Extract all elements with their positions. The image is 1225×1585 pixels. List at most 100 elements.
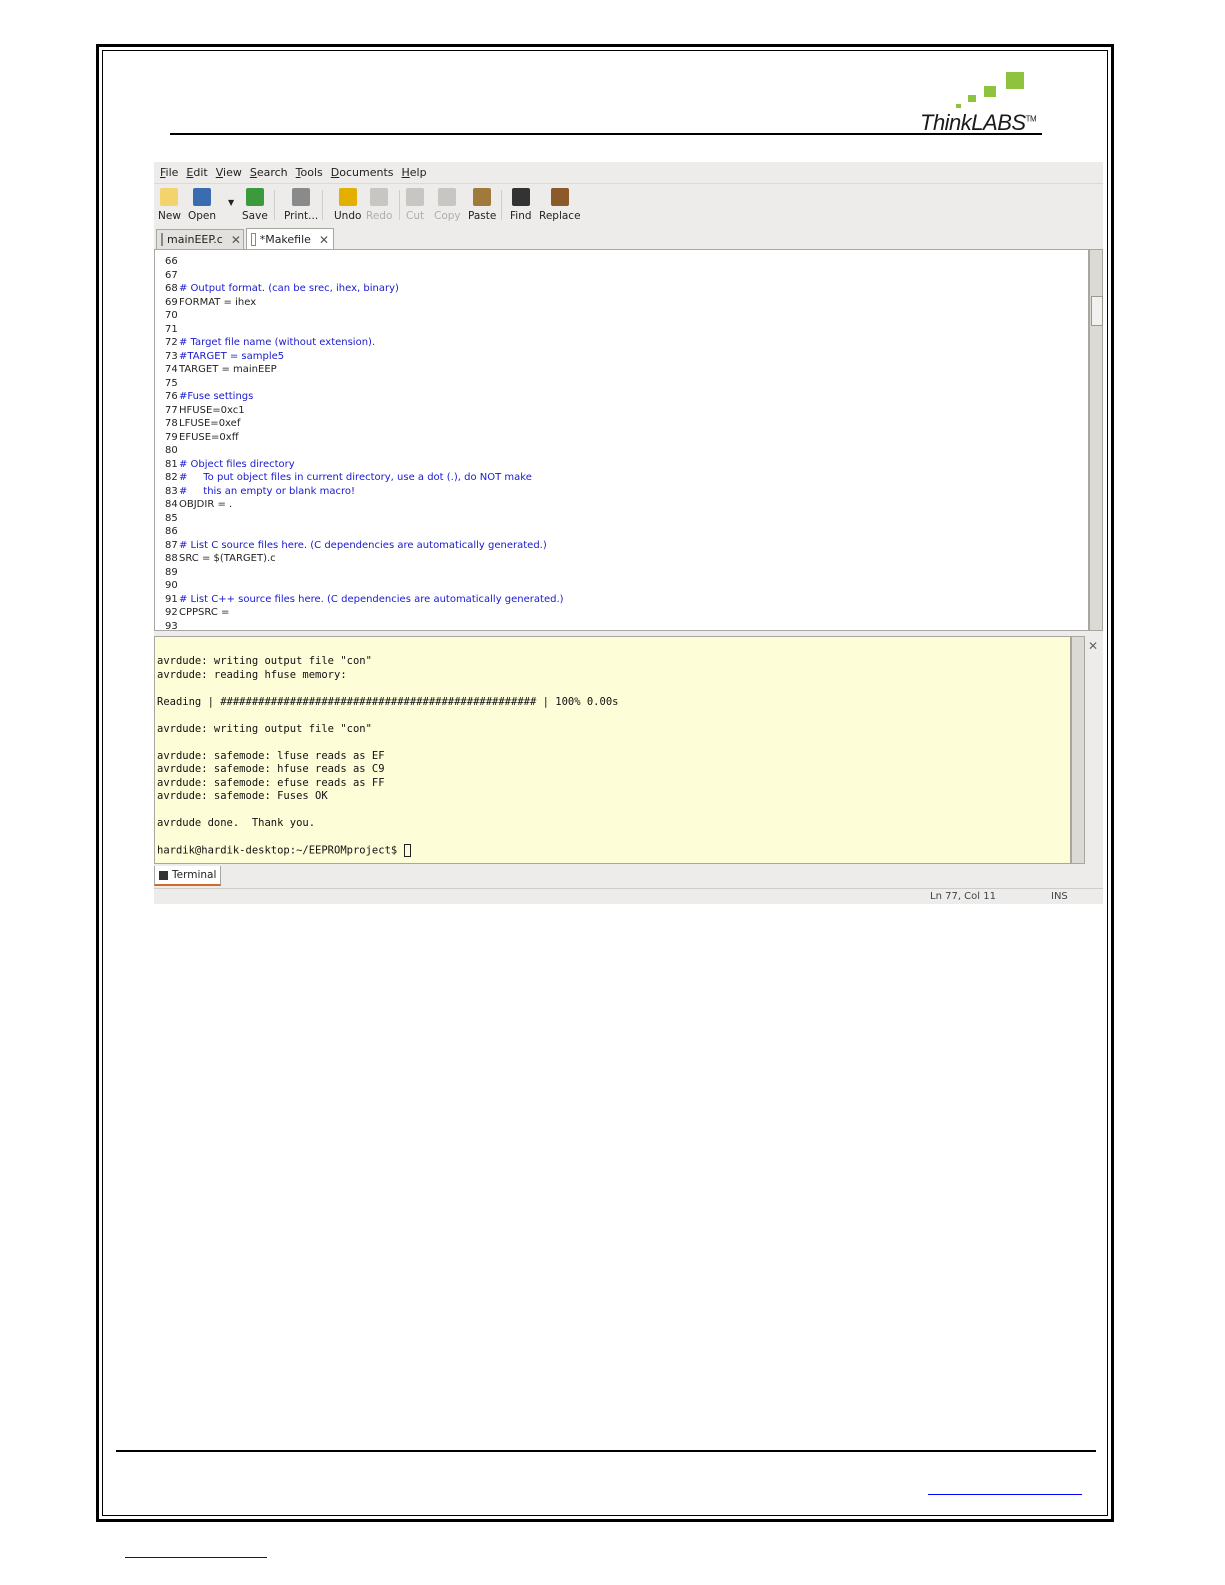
line-number: 85 [165, 512, 178, 524]
footer-link[interactable] [928, 1482, 1082, 1495]
close-tab-icon[interactable]: ✕ [319, 233, 329, 247]
undo-button[interactable]: Undo [334, 188, 361, 222]
tab-label: mainEEP.c [167, 233, 223, 246]
terminal-line: avrdude: writing output file "con" [157, 655, 372, 667]
toolbar-label: Copy [434, 210, 461, 222]
replace-button[interactable]: Replace [539, 188, 581, 222]
toolbar-label: Print... [284, 210, 319, 222]
toolbar: New Open Save Print... Undo Redo Cut Copy Paste F… [154, 183, 1103, 228]
scissors-icon [406, 188, 425, 206]
paste-button[interactable]: Paste [468, 188, 496, 222]
terminal-line: avrdude: writing output file "con" [157, 722, 372, 735]
toolbar-separator [322, 190, 323, 220]
line-number: 81 [165, 458, 178, 470]
code-text: EFUSE=0xff [179, 431, 239, 443]
tab-makefile[interactable]: *Makefile ✕ [246, 228, 334, 250]
bottom-link[interactable] [125, 1545, 267, 1558]
code-line: 76#Fuse settings [165, 391, 253, 404]
code-line: 92CPPSRC = [165, 607, 229, 620]
code-line: 69FORMAT = ihex [165, 297, 256, 310]
code-line: 78LFUSE=0xef [165, 418, 240, 431]
terminal-line: avrdude: reading hfuse memory: [157, 668, 347, 681]
line-number: 67 [165, 269, 178, 281]
menu-view[interactable]: View [216, 166, 242, 179]
menu-search[interactable]: Search [250, 166, 288, 179]
cut-button[interactable]: Cut [406, 188, 424, 222]
code-line: 73#TARGET = sample5 [165, 351, 284, 364]
redo-icon [370, 188, 389, 206]
close-icon[interactable]: ✕ [1088, 639, 1098, 653]
line-number: 76 [165, 391, 178, 402]
print-button[interactable]: Print... [284, 188, 318, 222]
close-tab-icon[interactable]: ✕ [231, 233, 241, 247]
open-folder-icon [193, 188, 212, 206]
footer-rule [116, 1450, 1096, 1452]
redo-button[interactable]: Redo [366, 188, 392, 222]
menu-tools[interactable]: Tools [296, 166, 323, 179]
line-number: 75 [165, 377, 178, 389]
terminal-line: avrdude: safemode: lfuse reads as EF [157, 749, 385, 762]
new-button[interactable]: New [158, 188, 181, 222]
code-text: # List C++ source files here. (C depende… [179, 593, 564, 605]
new-document-icon [160, 188, 179, 206]
tab-terminal[interactable]: Terminal [154, 866, 222, 886]
code-line: 71 [165, 324, 179, 337]
code-text: # this an empty or blank macro! [179, 485, 355, 497]
code-line: 67 [165, 270, 179, 283]
open-button[interactable]: Open [188, 188, 216, 222]
menu-edit[interactable]: Edit [186, 166, 207, 179]
status-bar: Ln 77, Col 11 INS [154, 888, 1103, 905]
line-number: 71 [165, 323, 178, 335]
code-editor[interactable]: 66 67 68# Output format. (can be srec, ihe… [154, 249, 1089, 631]
toolbar-label: Save [242, 210, 268, 222]
save-button[interactable]: Save [242, 188, 268, 222]
editor-scrollbar[interactable] [1089, 249, 1103, 631]
code-text: # Output format. (can be srec, ihex, bin… [179, 283, 399, 294]
code-text: #TARGET = sample5 [179, 350, 285, 362]
code-text: # Target file name (without extension). [179, 337, 376, 348]
terminal-line: avrdude done. Thank you. [157, 817, 316, 829]
menu-file[interactable]: File [160, 166, 178, 179]
toolbar-label: New [158, 210, 181, 222]
line-number: 72 [165, 337, 178, 348]
code-text: #Fuse settings [179, 391, 254, 402]
code-text: # List C source files here. (C dependenc… [179, 539, 547, 551]
toolbar-label: Undo [334, 210, 362, 222]
terminal-line: Reading | ##############################… [157, 695, 619, 708]
tab-maineepc[interactable]: mainEEP.c ✕ [156, 229, 244, 249]
line-number: 80 [165, 445, 178, 456]
code-text: TARGET = mainEEP [179, 364, 277, 375]
code-text: SRC = $(TARGET).c [179, 553, 276, 564]
terminal-panel[interactable]: avrdude: writing output file "con" avrdud… [154, 636, 1071, 864]
line-number: 86 [165, 526, 178, 537]
code-line: 72# Target file name (without extension)… [165, 337, 375, 350]
line-number: 91 [165, 593, 178, 605]
line-number: 78 [165, 418, 178, 429]
document-tabs: mainEEP.c ✕ *Makefile ✕ [154, 227, 1103, 250]
code-line: 84OBJDIR = . [165, 499, 232, 512]
terminal-cursor [403, 844, 411, 857]
save-icon [245, 188, 264, 206]
line-number: 79 [165, 431, 178, 443]
line-number: 77 [165, 404, 178, 416]
binoculars-icon [511, 188, 530, 206]
copy-button[interactable]: Copy [434, 188, 461, 222]
menu-documents[interactable]: Documents [331, 166, 394, 179]
terminal-scrollbar[interactable] [1071, 636, 1085, 864]
line-number: 82 [165, 472, 178, 483]
gedit-window: File Edit View Search Tools Documents Help New… [154, 162, 1103, 904]
line-number: 70 [165, 310, 178, 321]
copy-icon [438, 188, 457, 206]
open-dropdown-icon[interactable]: ▼ [228, 198, 234, 207]
line-number: 88 [165, 553, 178, 564]
menu-help[interactable]: Help [402, 166, 427, 179]
code-line: 75 [165, 378, 179, 391]
code-line: 90 [165, 580, 179, 593]
code-text: OBJDIR = . [179, 499, 233, 510]
code-line: 81# Object files directory [165, 459, 295, 472]
tab-label: *Makefile [259, 233, 311, 246]
toolbar-label: Open [188, 210, 217, 222]
scroll-thumb[interactable] [1091, 296, 1103, 326]
find-button[interactable]: Find [510, 188, 532, 222]
code-text: # Object files directory [179, 458, 295, 470]
